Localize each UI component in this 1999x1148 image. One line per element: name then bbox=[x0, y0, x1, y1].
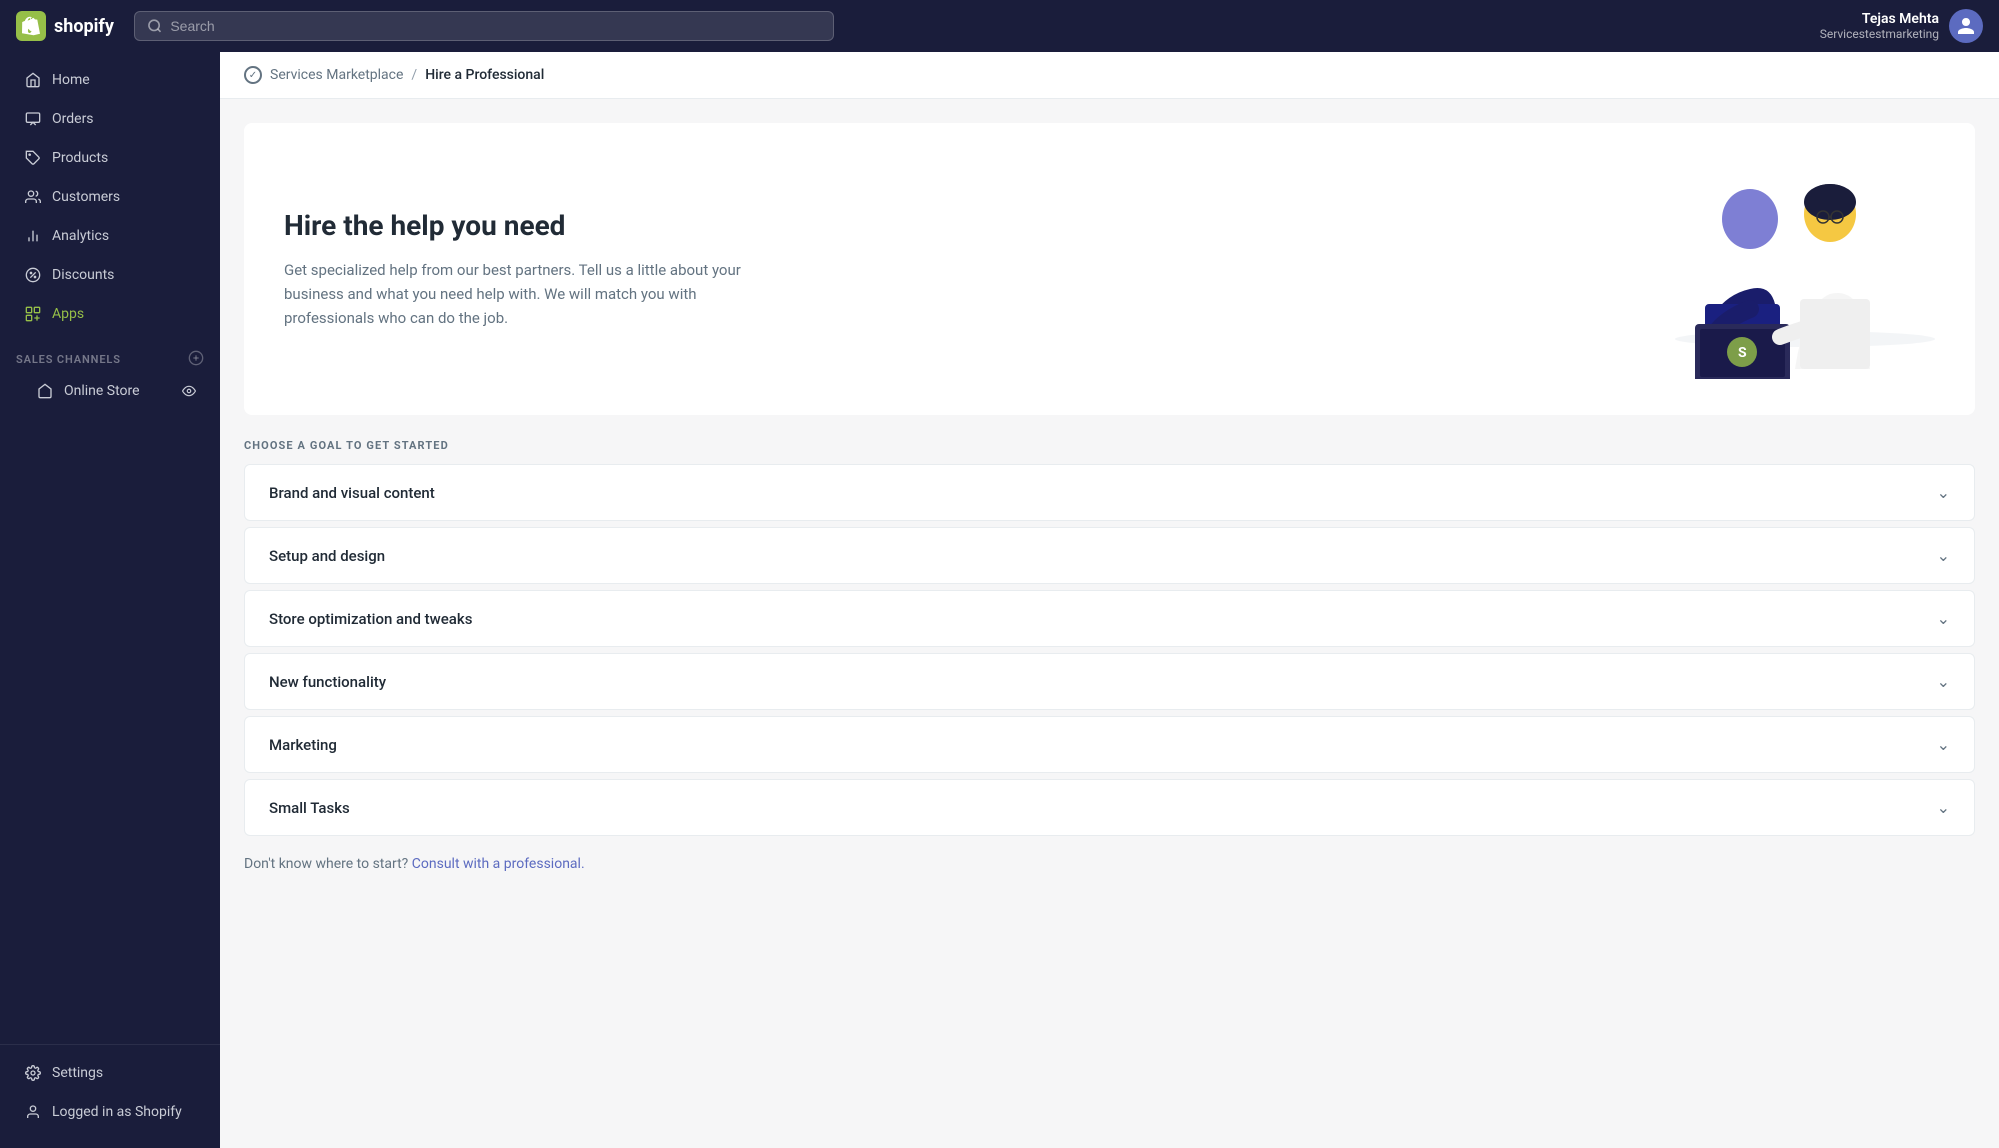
breadcrumb-marketplace-link[interactable]: Services Marketplace bbox=[270, 67, 403, 83]
accordion-functionality-header[interactable]: New functionality ⌄ bbox=[245, 654, 1974, 709]
logo-text: shopify bbox=[54, 16, 114, 37]
sidebar-item-products[interactable]: Products bbox=[8, 139, 212, 177]
sidebar-item-settings[interactable]: Settings bbox=[8, 1054, 212, 1092]
logo[interactable]: shopify bbox=[16, 11, 114, 41]
accordion-small-tasks-header[interactable]: Small Tasks ⌄ bbox=[245, 780, 1974, 835]
sidebar-item-logged-in: Logged in as Shopify bbox=[8, 1093, 212, 1131]
sidebar-item-customers[interactable]: Customers bbox=[8, 178, 212, 216]
settings-icon bbox=[24, 1064, 42, 1082]
sidebar-item-online-store[interactable]: Online Store bbox=[8, 374, 212, 408]
apps-icon bbox=[24, 305, 42, 323]
accordion-brand: Brand and visual content ⌄ bbox=[244, 464, 1975, 521]
page-body: Hire the help you need Get specialized h… bbox=[220, 99, 1999, 896]
orders-icon bbox=[24, 110, 42, 128]
goal-section-label: CHOOSE A GOAL TO GET STARTED bbox=[244, 439, 1975, 452]
accordion-small-tasks-label: Small Tasks bbox=[269, 799, 350, 817]
accordion-marketing-label: Marketing bbox=[269, 736, 337, 754]
logged-in-label: Logged in as Shopify bbox=[52, 1104, 182, 1120]
sidebar-item-label: Settings bbox=[52, 1065, 103, 1081]
sidebar-item-label: Apps bbox=[52, 306, 84, 322]
sidebar-item-label: Customers bbox=[52, 189, 120, 205]
chevron-down-icon: ⌄ bbox=[1937, 735, 1950, 754]
sidebar-item-label: Discounts bbox=[52, 267, 114, 283]
customers-icon bbox=[24, 188, 42, 206]
online-store-label: Online Store bbox=[64, 383, 140, 399]
hero-section: Hire the help you need Get specialized h… bbox=[244, 123, 1975, 415]
accordion-brand-label: Brand and visual content bbox=[269, 484, 435, 502]
chevron-down-icon: ⌄ bbox=[1937, 798, 1950, 817]
consult-link[interactable]: Consult with a professional. bbox=[412, 856, 585, 872]
eye-icon bbox=[182, 384, 196, 398]
user-circle-icon bbox=[24, 1103, 42, 1121]
online-store-icon bbox=[36, 382, 54, 400]
goal-section: CHOOSE A GOAL TO GET STARTED Brand and v… bbox=[244, 439, 1975, 872]
user-info: Tejas Mehta Servicestestmarketing bbox=[1820, 11, 1939, 41]
accordion-optimization: Store optimization and tweaks ⌄ bbox=[244, 590, 1975, 647]
search-input[interactable] bbox=[170, 18, 821, 34]
search-icon bbox=[147, 18, 162, 34]
accordion-brand-header[interactable]: Brand and visual content ⌄ bbox=[245, 465, 1974, 520]
svg-text:S: S bbox=[1738, 345, 1747, 361]
breadcrumb-separator: / bbox=[411, 67, 417, 83]
accordion-optimization-header[interactable]: Store optimization and tweaks ⌄ bbox=[245, 591, 1974, 646]
search-bar[interactable] bbox=[134, 11, 834, 41]
hero-text: Hire the help you need Get specialized h… bbox=[284, 209, 784, 330]
sidebar: Home Orders Products bbox=[0, 52, 220, 1148]
products-icon bbox=[24, 149, 42, 167]
sidebar-item-apps[interactable]: Apps bbox=[8, 295, 212, 333]
sales-channels-section: SALES CHANNELS bbox=[0, 334, 220, 373]
accordion-functionality: New functionality ⌄ bbox=[244, 653, 1975, 710]
sidebar-item-home[interactable]: Home bbox=[8, 61, 212, 99]
breadcrumb: ✓ Services Marketplace / Hire a Professi… bbox=[220, 52, 1999, 99]
sidebar-item-label: Orders bbox=[52, 111, 94, 127]
accordion-small-tasks: Small Tasks ⌄ bbox=[244, 779, 1975, 836]
home-icon bbox=[24, 71, 42, 89]
accordion-marketing: Marketing ⌄ bbox=[244, 716, 1975, 773]
user-name: Tejas Mehta bbox=[1820, 11, 1939, 27]
services-marketplace-icon: ✓ bbox=[244, 66, 262, 84]
shopify-logo-icon bbox=[16, 11, 46, 41]
user-store: Servicestestmarketing bbox=[1820, 27, 1939, 41]
hero-title: Hire the help you need bbox=[284, 209, 784, 242]
sidebar-item-analytics[interactable]: Analytics bbox=[8, 217, 212, 255]
chevron-down-icon: ⌄ bbox=[1937, 609, 1950, 628]
avatar[interactable] bbox=[1949, 9, 1983, 43]
chevron-down-icon: ⌄ bbox=[1937, 546, 1950, 565]
sidebar-item-label: Home bbox=[52, 72, 90, 88]
top-nav: shopify Tejas Mehta Servicestestmarketin… bbox=[0, 0, 1999, 52]
sidebar-item-discounts[interactable]: Discounts bbox=[8, 256, 212, 294]
hero-description: Get specialized help from our best partn… bbox=[284, 258, 784, 330]
footer-note: Don't know where to start? Consult with … bbox=[244, 856, 1975, 872]
chevron-down-icon: ⌄ bbox=[1937, 483, 1950, 502]
analytics-icon bbox=[24, 227, 42, 245]
sidebar-nav: Home Orders Products bbox=[0, 52, 220, 1044]
discounts-icon bbox=[24, 266, 42, 284]
sidebar-bottom: Settings Logged in as Shopify bbox=[0, 1044, 220, 1148]
hero-illustration: S bbox=[1595, 159, 1935, 379]
accordion-marketing-header[interactable]: Marketing ⌄ bbox=[245, 717, 1974, 772]
sidebar-item-orders[interactable]: Orders bbox=[8, 100, 212, 138]
accordion-functionality-label: New functionality bbox=[269, 673, 386, 691]
chevron-down-icon: ⌄ bbox=[1937, 672, 1950, 691]
main-content: ✓ Services Marketplace / Hire a Professi… bbox=[220, 52, 1999, 1148]
accordion-setup-header[interactable]: Setup and design ⌄ bbox=[245, 528, 1974, 583]
accordion-setup-label: Setup and design bbox=[269, 547, 385, 565]
add-sales-channel-icon[interactable] bbox=[188, 350, 204, 369]
sales-channels-label: SALES CHANNELS bbox=[16, 353, 121, 366]
sidebar-item-label: Analytics bbox=[52, 228, 109, 244]
sidebar-item-label: Products bbox=[52, 150, 108, 166]
breadcrumb-current: Hire a Professional bbox=[425, 67, 544, 83]
accordion-optimization-label: Store optimization and tweaks bbox=[269, 610, 472, 628]
accordion-setup: Setup and design ⌄ bbox=[244, 527, 1975, 584]
footer-prompt-text: Don't know where to start? bbox=[244, 856, 408, 872]
user-section: Tejas Mehta Servicestestmarketing bbox=[1820, 9, 1983, 43]
